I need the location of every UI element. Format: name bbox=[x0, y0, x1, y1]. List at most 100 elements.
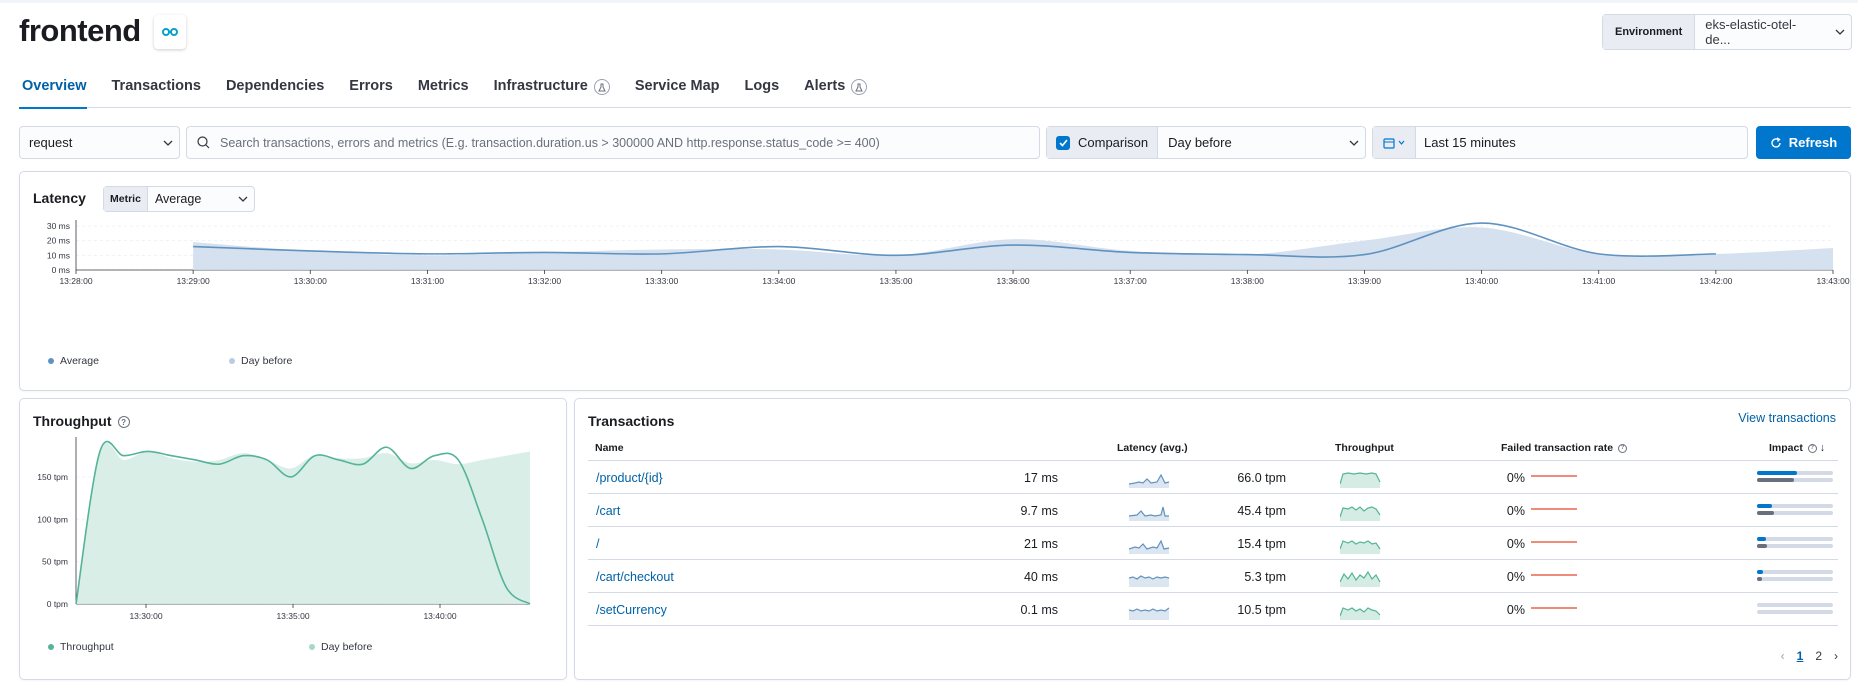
tab-logs[interactable]: Logs bbox=[742, 72, 780, 108]
throughput-value: 10.5 tpm bbox=[1237, 603, 1286, 617]
failed-rate-sparkline bbox=[1531, 574, 1577, 576]
beta-flask-icon bbox=[593, 79, 610, 95]
latency-sparkline bbox=[1129, 607, 1170, 620]
page-title: frontend bbox=[19, 13, 141, 48]
tab-label: Overview bbox=[22, 78, 87, 94]
x-tick-label: 13:29:00 bbox=[177, 276, 210, 286]
opentelemetry-icon[interactable] bbox=[154, 15, 186, 49]
pagination: ‹ 1 2 › bbox=[1781, 649, 1838, 663]
tab-alerts[interactable]: Alerts bbox=[801, 72, 868, 108]
table-row: /cart/checkout 40 ms 5.3 tpm 0% bbox=[588, 560, 1838, 593]
throughput-value: 45.4 tpm bbox=[1237, 504, 1286, 518]
latency-value: 40 ms bbox=[1023, 570, 1058, 584]
transaction-name-link[interactable]: /product/{id} bbox=[596, 471, 663, 485]
throughput-chart[interactable]: 0 tpm 50 tpm 100 tpm 150 tpm 13:30:00 13:35:0… bbox=[20, 399, 566, 639]
transaction-type-value: request bbox=[29, 135, 73, 150]
throughput-value: 66.0 tpm bbox=[1237, 471, 1286, 485]
legend-throughput[interactable]: Throughput bbox=[48, 641, 114, 653]
tab-service-map[interactable]: Service Map bbox=[632, 72, 720, 108]
col-throughput[interactable]: Throughput bbox=[1335, 442, 1394, 454]
table-row: /setCurrency 0.1 ms 10.5 tpm 0% bbox=[588, 593, 1838, 626]
y-tick-label: 20 ms bbox=[47, 236, 70, 246]
comparison-label: Comparison bbox=[1078, 135, 1149, 150]
x-tick-label: 13:32:00 bbox=[528, 276, 561, 286]
environment-select[interactable]: Environment eks-elastic-otel-de... bbox=[1602, 14, 1852, 50]
latency-value: 17 ms bbox=[1023, 471, 1058, 485]
x-tick-label: 13:37:00 bbox=[1114, 276, 1147, 286]
transaction-type-select[interactable]: request bbox=[19, 126, 180, 159]
x-tick-label: 13:31:00 bbox=[411, 276, 444, 286]
x-tick-label: 13:42:00 bbox=[1699, 276, 1732, 286]
x-tick-label: 13:40:00 bbox=[1465, 276, 1498, 286]
refresh-button[interactable]: Refresh bbox=[1756, 126, 1851, 159]
x-tick-label: 13:33:00 bbox=[645, 276, 678, 286]
impact-bar bbox=[1757, 537, 1833, 551]
tab-label: Errors bbox=[349, 78, 393, 94]
impact-bar bbox=[1757, 603, 1833, 617]
tab-transactions[interactable]: Transactions bbox=[109, 72, 201, 108]
calendar-icon[interactable] bbox=[1373, 127, 1416, 158]
info-icon[interactable]: ? bbox=[1617, 443, 1627, 453]
tab-label: Infrastructure bbox=[493, 78, 588, 94]
page-2[interactable]: 2 bbox=[1815, 649, 1822, 663]
top-border bbox=[0, 0, 1858, 3]
view-transactions-link[interactable]: View transactions bbox=[1738, 411, 1836, 425]
table-header: Name Latency (avg.) Throughput Failed tr… bbox=[588, 433, 1838, 461]
beta-flask-icon bbox=[851, 79, 868, 95]
legend-day-before[interactable]: Day before bbox=[309, 641, 372, 653]
page-1[interactable]: 1 bbox=[1797, 649, 1804, 663]
legend-day-before[interactable]: Day before bbox=[229, 355, 292, 367]
tab-metrics[interactable]: Metrics bbox=[415, 72, 469, 108]
x-tick-label: 13:43:00 bbox=[1816, 276, 1849, 286]
x-tick-label: 13:34:00 bbox=[762, 276, 795, 286]
date-picker[interactable]: Last 15 minutes bbox=[1372, 126, 1748, 159]
comparison-toggle[interactable]: Comparison bbox=[1047, 127, 1159, 158]
throughput-sparkline bbox=[1340, 570, 1381, 587]
y-tick-label: 0 ms bbox=[52, 265, 70, 275]
tab-dependencies[interactable]: Dependencies bbox=[223, 72, 324, 108]
tab-label: Logs bbox=[744, 78, 780, 94]
y-tick-label: 0 tpm bbox=[47, 599, 68, 609]
latency-sparkline bbox=[1129, 506, 1169, 521]
x-tick-label: 13:35:00 bbox=[879, 276, 912, 286]
y-tick-label: 100 tpm bbox=[37, 514, 68, 524]
transaction-name-link[interactable]: / bbox=[596, 537, 599, 551]
failed-rate-value: 0% bbox=[1506, 504, 1525, 518]
tab-errors[interactable]: Errors bbox=[346, 72, 393, 108]
sort-down-icon[interactable]: ↓ bbox=[1820, 442, 1825, 454]
transaction-name-link[interactable]: /cart bbox=[596, 504, 620, 518]
failed-rate-value: 0% bbox=[1506, 537, 1525, 551]
col-impact[interactable]: Impact ? ↓ bbox=[1769, 442, 1825, 454]
info-icon[interactable]: ? bbox=[1807, 443, 1817, 453]
tab-infrastructure[interactable]: Infrastructure bbox=[491, 72, 610, 108]
latency-value: 9.7 ms bbox=[1020, 504, 1058, 518]
transaction-name-link[interactable]: /cart/checkout bbox=[596, 570, 674, 584]
col-failed-rate-label: Failed transaction rate bbox=[1501, 442, 1614, 454]
legend-label: Day before bbox=[321, 641, 373, 653]
prev-page-icon[interactable]: ‹ bbox=[1781, 649, 1785, 663]
y-tick-label: 10 ms bbox=[47, 250, 70, 260]
refresh-icon bbox=[1770, 136, 1782, 149]
latency-panel: Latency Metric Average 0 ms 10 ms 20 ms 30 … bbox=[19, 171, 1851, 391]
comparison-checkbox[interactable] bbox=[1056, 135, 1070, 150]
col-latency[interactable]: Latency (avg.) bbox=[1117, 442, 1188, 454]
tab-label: Dependencies bbox=[225, 78, 325, 94]
tab-overview[interactable]: Overview bbox=[19, 72, 87, 109]
col-failed-rate[interactable]: Failed transaction rate ? bbox=[1501, 442, 1627, 454]
x-tick-label: 13:30:00 bbox=[129, 611, 162, 621]
transaction-name-link[interactable]: /setCurrency bbox=[596, 603, 667, 617]
latency-chart[interactable]: 0 ms 10 ms 20 ms 30 ms 13:28:00 13:29:00 13:30… bbox=[20, 172, 1850, 372]
search-input[interactable]: Search transactions, errors and metrics … bbox=[186, 126, 1040, 159]
refresh-label: Refresh bbox=[1788, 135, 1838, 150]
comparison-control[interactable]: Comparison Day before bbox=[1046, 126, 1366, 159]
throughput-panel: Throughput? 0 tpm 50 tpm 100 tpm 150 tpm 13:… bbox=[19, 398, 567, 680]
legend-average[interactable]: Average bbox=[48, 355, 99, 367]
next-page-icon[interactable]: › bbox=[1834, 649, 1838, 663]
latency-value: 0.1 ms bbox=[1020, 603, 1058, 617]
col-name[interactable]: Name bbox=[595, 442, 624, 454]
impact-bar bbox=[1757, 570, 1833, 584]
environment-value: eks-elastic-otel-de... bbox=[1705, 17, 1797, 47]
legend-dot bbox=[309, 644, 315, 650]
failed-rate-value: 0% bbox=[1506, 570, 1525, 584]
throughput-sparkline bbox=[1340, 472, 1381, 488]
